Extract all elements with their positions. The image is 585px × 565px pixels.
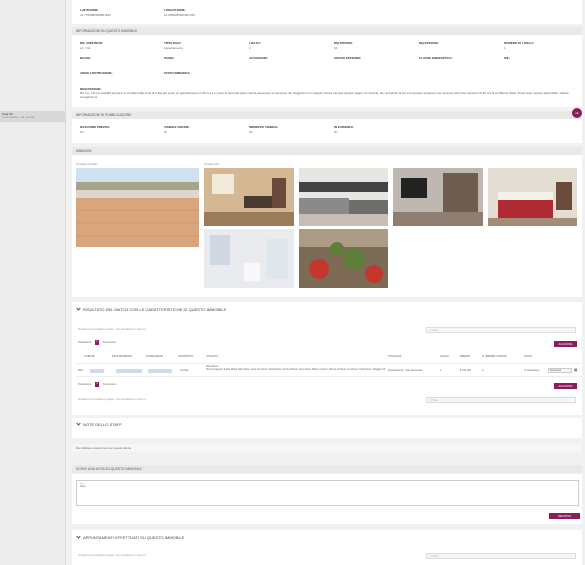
current-page-bottom[interactable]: 1: [95, 382, 100, 387]
info-field: Locali: 2: [249, 41, 262, 50]
match-table-header: Cliente Data richiesta Consulente Contratto…: [76, 354, 581, 360]
match-filter-input-bottom[interactable]: ⚲ Filtra: [426, 397, 576, 403]
pub-section-title: Informazioni di pubblicazione: [72, 111, 582, 119]
column-header[interactable]: Consulente: [146, 355, 163, 358]
client-name-redacted: [90, 369, 104, 373]
column-header[interactable]: Cliente: [84, 355, 95, 358]
photo-garden-terrace[interactable]: [299, 229, 388, 288]
column-header[interactable]: N. immobili visitati: [482, 355, 507, 358]
info-field: Numero di livelli: 1: [504, 41, 535, 50]
save-note-button[interactable]: REGISTRA: [549, 513, 580, 519]
column-header[interactable]: Contratto: [178, 355, 193, 358]
info-field: Accessori:: [249, 56, 268, 60]
appointments-page-size[interactable]: Visualizza 10 ▾ risultati per pagina · N…: [78, 554, 146, 557]
column-header[interactable]: Locali: [440, 355, 449, 358]
location-card: LATITUDINE: 41.7760885508801833 LONGITUD…: [72, 0, 582, 24]
info-field: MQ interni: 44: [334, 41, 353, 50]
main-image-caption: Immagine principale: [76, 163, 98, 166]
info-field: IPE:: [504, 56, 510, 60]
info-section-title: Informazioni su questo immobile: [72, 27, 582, 35]
prev-page-link[interactable]: Precedente: [78, 341, 91, 344]
sidebar-item-property[interactable]: Gaia 58 Le tue richieste · tutti i tuoi …: [0, 111, 66, 122]
refresh-button-bottom[interactable]: AGGIORNA: [554, 383, 577, 389]
column-header[interactable]: Prezzo: [460, 355, 470, 358]
pub-field: Visibile online: Sì: [164, 125, 190, 134]
column-header[interactable]: Tipologia: [388, 355, 401, 358]
match-pager-bottom: Precedente 1 Successivo: [78, 382, 116, 387]
note-field-label: Note: [80, 483, 85, 485]
row-visited: 0: [482, 369, 484, 372]
main-content: LATITUDINE: 41.7760885508801833 LONGITUD…: [72, 0, 585, 565]
note-field-value: Note: [80, 485, 86, 488]
row-status: In lavorazione: [524, 369, 540, 372]
property-description: Descrizione: Rif. LA_741 La Casa84 propo…: [80, 87, 569, 99]
appointments-header[interactable]: Appuntamenti effettuati su questo immobi…: [72, 532, 582, 543]
info-field: Spazio esterno:: [334, 56, 362, 60]
pub-field: Indirizzo visibile: No: [249, 125, 279, 134]
match-section: Risultato del match con le caratteristic…: [72, 302, 582, 415]
current-page[interactable]: 1: [95, 340, 100, 345]
consultant-redacted: [148, 369, 172, 373]
sidebar: Gaia 58 Le tue richieste · tutti i tuoi …: [0, 0, 66, 565]
prev-page-link-bottom[interactable]: Precedente: [78, 383, 91, 386]
chevron-down-icon: [76, 306, 81, 311]
photo-bedroom[interactable]: [488, 168, 577, 226]
pub-field: Nascondi prezzo: No: [80, 125, 110, 134]
grid-icon[interactable]: ▦: [574, 368, 577, 372]
longitude-field: LONGITUDINE: 12.6658285841891782: [164, 8, 195, 17]
match-page-size-bottom[interactable]: Visualizza 10 ▾ risultati per pagina · N…: [78, 398, 146, 401]
info-field: Classe energetica:: [419, 56, 453, 60]
photo-kitchen[interactable]: [299, 168, 388, 226]
staff-notes-header[interactable]: Note dello staff: [72, 419, 582, 430]
column-header[interactable]: Stato: [524, 355, 532, 358]
pub-field: In evidenza: No: [334, 125, 355, 134]
next-page-link-bottom[interactable]: Successivo: [103, 383, 116, 386]
request-date-redacted: [116, 369, 142, 373]
pub-section-action-button[interactable]: ok: [572, 108, 582, 118]
row-location: Villa Marzo Roma Frascati, Santa Maria d…: [206, 365, 386, 371]
images-section: Immagine principale Immagini altre: [72, 155, 582, 297]
info-field: Stato immobile:: [164, 71, 191, 75]
match-page-size[interactable]: Visualizza 10 ▾ risultati per pagina · N…: [78, 328, 146, 331]
info-field: Piano:: [164, 56, 175, 60]
info-field: MQ esterni:: [419, 41, 439, 45]
photo-tv-area[interactable]: [393, 168, 483, 226]
photo-living-room[interactable]: [204, 168, 294, 226]
sidebar-item-subtitle: Le tue richieste · tutti i tuoi dati: [2, 116, 35, 119]
row-id[interactable]: #247: [78, 369, 84, 372]
latitude-field: LATITUDINE: 41.7760885508801833: [80, 8, 111, 17]
appointments-filter-input[interactable]: ⚲ Filtra: [426, 553, 576, 559]
info-section: Rif. annuncio: LA_741 Tipologia: Appartamen…: [72, 35, 582, 107]
note-textarea[interactable]: Note Note: [76, 480, 579, 506]
column-header[interactable]: Località: [206, 355, 218, 358]
info-field: Rif. annuncio: LA_741: [80, 41, 104, 50]
chevron-down-icon: [76, 421, 81, 426]
column-header[interactable]: Data richiesta: [112, 355, 132, 358]
photo-bathroom[interactable]: [204, 229, 294, 288]
row-contract: Vendita: [180, 369, 189, 372]
table-row[interactable]: #247 Vendita Villa Marzo Roma Frascati, …: [76, 363, 581, 377]
match-section-header[interactable]: Risultato del match con le caratteristic…: [72, 304, 582, 315]
info-field: Anno costruzione:: [80, 71, 113, 75]
row-rooms: 2: [440, 369, 442, 372]
other-images-caption: Immagini altre: [204, 163, 220, 166]
appointments-section: Appuntamenti effettuati su questo immobi…: [72, 530, 582, 565]
chevron-down-icon: [76, 534, 81, 539]
pub-section: Nascondi prezzo: No Visibile online: Sì Indi…: [72, 119, 582, 143]
row-type: Appartamento, Villa, Mansarda: [388, 369, 423, 372]
write-note-title: Scrivi una nota su questo immobile: [72, 465, 582, 473]
info-field: Bagni:: [80, 56, 91, 60]
write-note-section: Note Note REGISTRA: [72, 474, 582, 524]
row-price: € 160.000: [460, 369, 472, 372]
next-page-link[interactable]: Successivo: [103, 341, 116, 344]
main-photo-terrace[interactable]: [76, 168, 199, 247]
refresh-button[interactable]: AGGIORNA: [554, 341, 577, 347]
match-filter-input[interactable]: ⚲ Filtra: [426, 327, 576, 333]
info-field: Tipologia: Appartamento: [164, 41, 183, 50]
staff-notes-section: Note dello staff: [72, 418, 582, 438]
staff-notes-empty: Non abbiamo ancora note per questo clien…: [72, 444, 582, 452]
row-status-select[interactable]: Seleziona: [548, 368, 572, 373]
match-pager-top: Precedente 1 Successivo: [78, 340, 116, 345]
images-section-title: Immagini: [72, 147, 582, 155]
